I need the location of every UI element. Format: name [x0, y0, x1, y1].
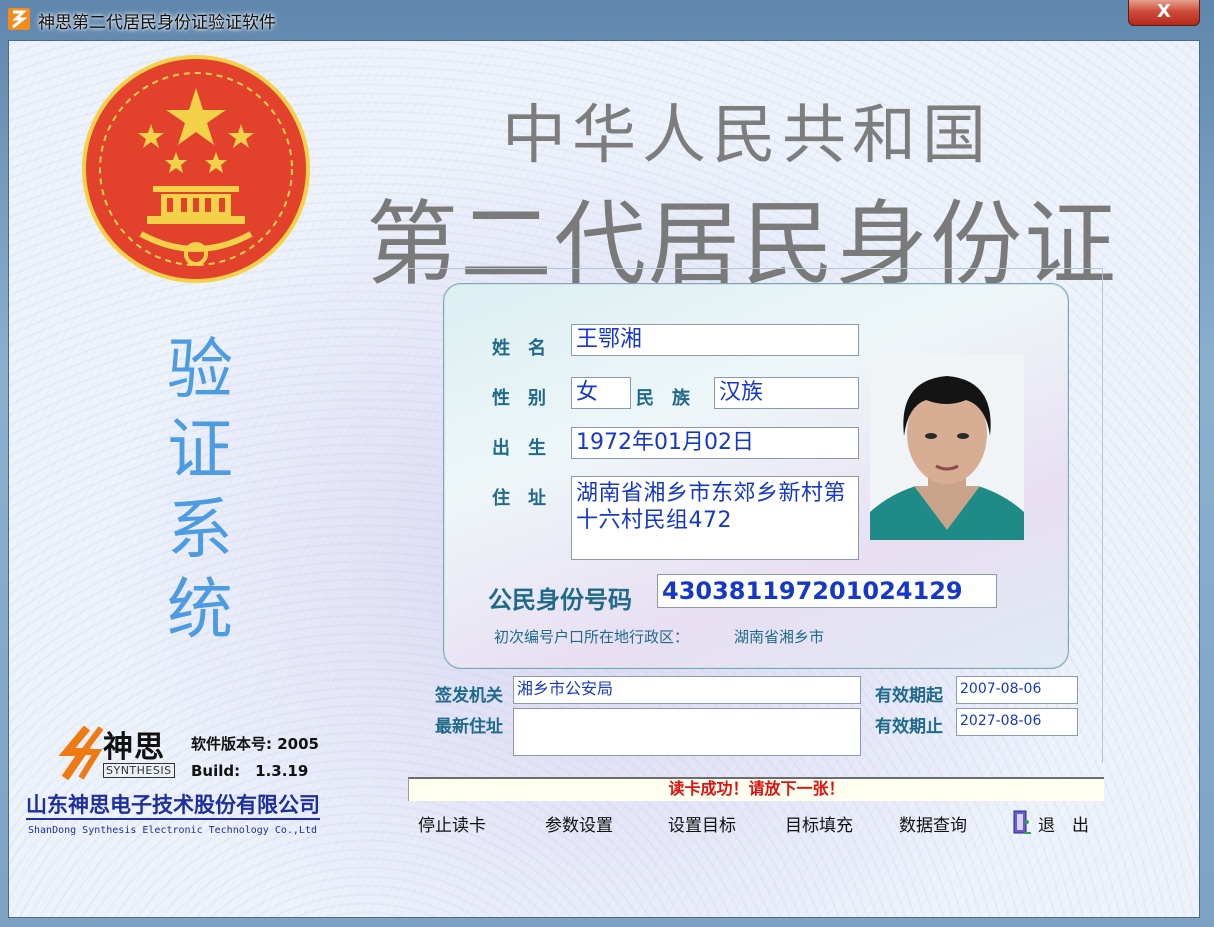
- id-number-label: 公民身份号码: [488, 585, 632, 614]
- company-name-english: ShanDong Synthesis Electronic Technology…: [28, 825, 317, 836]
- app-logo-icon: [8, 8, 30, 30]
- birth-label: 出 生: [492, 438, 546, 459]
- origin-label: 初次编号户口所在地行政区：: [494, 628, 690, 646]
- close-button[interactable]: X: [1128, 0, 1200, 26]
- panel-divider: [1102, 268, 1103, 763]
- data-query-button[interactable]: 数据查询: [899, 811, 967, 836]
- birth-field[interactable]: 1972年01月02日: [571, 427, 859, 459]
- authority-label: 签发机关: [435, 686, 503, 706]
- exit-door-icon: [1013, 810, 1031, 834]
- main-panel: 中华人民共和国 第二代居民身份证 验 证 系 统 姓 名 王鄂湘 性 别 女 民…: [8, 40, 1200, 918]
- side-title-char: 系: [167, 491, 233, 568]
- valid-from-label: 有效期起: [875, 686, 943, 706]
- exit-button[interactable]: 退 出: [1038, 811, 1089, 836]
- company-name: 山东神思电子技术股份有限公司: [26, 792, 320, 820]
- valid-from-field[interactable]: 2007-08-06: [956, 676, 1078, 704]
- id-card: 姓 名 王鄂湘 性 别 女 民 族 汉族 出 生 1972年01月02日 住 址…: [443, 283, 1069, 669]
- name-label: 姓 名: [492, 338, 546, 359]
- software-version: 软件版本号: 2005: [191, 735, 319, 753]
- side-title-char: 验: [167, 331, 233, 408]
- brand-logo-english: SYNTHESIS: [103, 763, 175, 778]
- window-title: 神思第二代居民身份证验证软件: [38, 13, 276, 33]
- gender-label: 性 别: [492, 388, 546, 409]
- portrait-image: [870, 354, 1024, 540]
- gender-field[interactable]: 女: [571, 377, 631, 409]
- address-field[interactable]: 湖南省湘乡市东郊乡新村第十六村民组472: [571, 476, 859, 560]
- synthesis-logo-icon: [58, 726, 104, 780]
- set-target-button[interactable]: 设置目标: [668, 811, 736, 836]
- title-bar[interactable]: 神思第二代居民身份证验证软件 X: [0, 0, 1214, 36]
- ethnicity-label: 民 族: [636, 388, 690, 409]
- ethnicity-field[interactable]: 汉族: [714, 377, 859, 409]
- side-title-char: 证: [167, 411, 233, 488]
- new-address-field[interactable]: [513, 708, 861, 756]
- fill-target-button[interactable]: 目标填充: [785, 811, 853, 836]
- brand-logo-text: 神思: [103, 730, 165, 765]
- app-window: 神思第二代居民身份证验证软件 X 中华人民共和国 第二代居民身份证 验 证 系 …: [0, 0, 1214, 927]
- side-title-char: 统: [167, 571, 233, 648]
- portrait-photo: [870, 354, 1024, 540]
- valid-to-field[interactable]: 2027-08-06: [956, 708, 1078, 736]
- origin-value: 湖南省湘乡市: [734, 628, 825, 646]
- heading-country: 中华人民共和国: [502, 99, 992, 173]
- new-address-label: 最新住址: [435, 717, 503, 737]
- parameter-settings-button[interactable]: 参数设置: [545, 811, 613, 836]
- national-emblem-icon: [82, 55, 310, 283]
- side-title: 验 证 系 统: [160, 330, 240, 650]
- address-label: 住 址: [492, 488, 546, 509]
- status-message: 读卡成功！请放下一张！: [408, 777, 1104, 801]
- stop-reading-button[interactable]: 停止读卡: [418, 811, 486, 836]
- name-field[interactable]: 王鄂湘: [571, 324, 859, 356]
- valid-to-label: 有效期止: [875, 717, 943, 737]
- build-number: Build: 1.3.19: [191, 762, 309, 780]
- authority-field[interactable]: 湘乡市公安局: [513, 676, 861, 704]
- id-number-field[interactable]: 430381197201024129: [657, 574, 997, 608]
- panel-divider: [406, 268, 1102, 269]
